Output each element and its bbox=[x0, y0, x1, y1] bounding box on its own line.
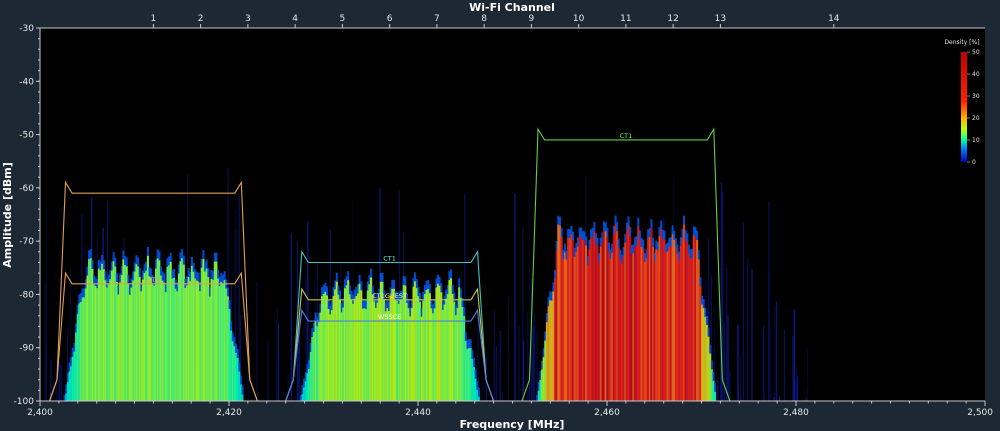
channel-tick-label: 2 bbox=[198, 14, 204, 24]
density-streak bbox=[805, 389, 807, 401]
density-streak bbox=[276, 364, 277, 401]
x-tick-label: 2,400 bbox=[27, 408, 53, 418]
density-streak bbox=[796, 365, 798, 401]
y-tick-label: -50 bbox=[19, 131, 34, 141]
density-streak bbox=[778, 395, 780, 401]
y-tick-label: -30 bbox=[19, 24, 34, 34]
density-streak bbox=[793, 309, 796, 401]
density-streak bbox=[727, 315, 729, 401]
density-streak bbox=[256, 282, 258, 401]
legend-title: Density [%] bbox=[944, 39, 979, 46]
density-streak bbox=[533, 314, 536, 401]
network-label: CT1 bbox=[383, 255, 396, 263]
density-streak bbox=[783, 329, 785, 401]
density-streak bbox=[717, 377, 719, 401]
density-streak bbox=[536, 331, 538, 401]
x-axis: 2,400 2,420 2,440 2,460 2,480 2,500 bbox=[27, 400, 993, 418]
density-streak bbox=[502, 392, 504, 401]
density-streak bbox=[762, 329, 764, 401]
density-streak bbox=[522, 341, 525, 401]
x-tick-label: 2,500 bbox=[967, 408, 993, 418]
density-streak bbox=[740, 355, 741, 401]
channel-tick-label: 4 bbox=[292, 14, 298, 24]
network-label: CT1GUEST bbox=[372, 292, 407, 300]
density-streak bbox=[723, 323, 725, 401]
network-label: WSSCE bbox=[378, 313, 401, 321]
density-streak bbox=[742, 222, 744, 401]
density-streak bbox=[746, 258, 749, 401]
legend-tick-label: 20 bbox=[972, 115, 980, 122]
y-axis-title: Amplitude [dBm] bbox=[1, 162, 14, 267]
legend-tick-label: 30 bbox=[972, 93, 980, 100]
legend-tick-label: 10 bbox=[972, 137, 980, 144]
density-streak bbox=[507, 295, 509, 401]
legend-tick-label: 50 bbox=[972, 49, 980, 56]
legend-tick-label: 40 bbox=[972, 71, 980, 78]
density-streak bbox=[795, 385, 797, 401]
density-streak bbox=[287, 375, 289, 401]
channel-tick-label: 7 bbox=[434, 14, 440, 24]
y-tick-label: -60 bbox=[19, 184, 34, 194]
x-axis-title: Frequency [MHz] bbox=[460, 418, 565, 431]
legend-tick-label: 0 bbox=[972, 159, 976, 166]
channel-tick-label: 1 bbox=[151, 14, 157, 24]
network-label: CT1 bbox=[147, 276, 160, 284]
density-streak bbox=[764, 393, 766, 401]
density-streak bbox=[792, 336, 794, 401]
channel-axis: 1 2 3 4 5 6 7 8 9 10 11 12 13 14 bbox=[40, 14, 985, 29]
x-tick-label: 2,480 bbox=[783, 408, 809, 418]
density-streak bbox=[58, 361, 60, 401]
density-streak bbox=[751, 268, 753, 401]
density-streak bbox=[737, 324, 739, 401]
x-tick-label: 2,440 bbox=[405, 408, 431, 418]
channel-axis-title: Wi-Fi Channel bbox=[469, 1, 555, 14]
channel-tick-label: 10 bbox=[573, 14, 585, 24]
legend-colorbar bbox=[961, 52, 967, 162]
channel-tick-label: 9 bbox=[529, 14, 535, 24]
density-streak bbox=[775, 301, 778, 401]
network-label: CT1 bbox=[620, 132, 633, 140]
density-streak bbox=[807, 347, 809, 401]
channel-tick-label: 11 bbox=[620, 14, 631, 24]
density-streak bbox=[481, 382, 483, 401]
density-streak bbox=[768, 201, 770, 401]
density-streak bbox=[60, 365, 63, 401]
y-tick-label: -40 bbox=[19, 77, 34, 87]
channel-tick-label: 14 bbox=[828, 14, 840, 24]
density-streak bbox=[729, 371, 731, 401]
x-tick-label: 2,420 bbox=[216, 408, 242, 418]
density-streak bbox=[774, 306, 776, 401]
density-streak bbox=[267, 390, 269, 401]
density-streak bbox=[518, 324, 520, 401]
density-streak bbox=[44, 341, 47, 401]
y-tick-label: -90 bbox=[19, 344, 34, 354]
y-tick-label: -70 bbox=[19, 237, 34, 247]
channel-tick-label: 12 bbox=[667, 14, 678, 24]
density-streak bbox=[278, 322, 279, 401]
density-streak bbox=[769, 325, 771, 401]
density-streak bbox=[499, 367, 501, 401]
channel-tick-label: 13 bbox=[715, 14, 726, 24]
density-streak bbox=[514, 193, 516, 401]
density-streak bbox=[721, 395, 723, 401]
y-tick-label: -100 bbox=[14, 397, 35, 407]
density-streak bbox=[495, 346, 498, 401]
density-streak bbox=[290, 233, 292, 401]
density-streak bbox=[276, 310, 278, 401]
density-core bbox=[477, 396, 480, 401]
density-streak bbox=[493, 311, 495, 401]
y-tick-label: -80 bbox=[19, 290, 34, 300]
channel-tick-label: 5 bbox=[340, 14, 346, 24]
density-core bbox=[241, 394, 244, 401]
spectrum-density-chart: CT1 CT1 CT1GUEST WSSCE CT1 -30 -40 -50 -60 -70 -8… bbox=[1, 1, 993, 431]
density-streak bbox=[806, 397, 808, 401]
channel-tick-label: 6 bbox=[387, 14, 393, 24]
density-core bbox=[714, 391, 717, 401]
channel-tick-label: 3 bbox=[245, 14, 251, 24]
channel-tick-label: 8 bbox=[481, 14, 487, 24]
y-axis: -30 -40 -50 -60 -70 -80 -90 -100 bbox=[14, 24, 41, 407]
x-tick-label: 2,460 bbox=[594, 408, 620, 418]
